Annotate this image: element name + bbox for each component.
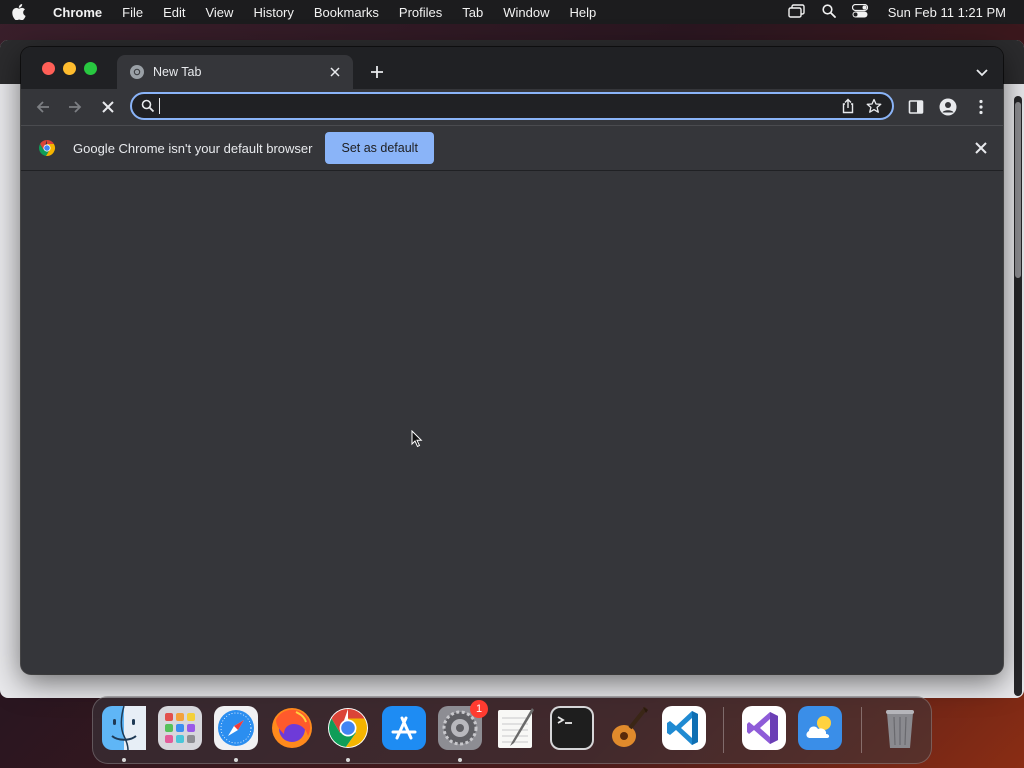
menu-app-name[interactable]: Chrome bbox=[42, 5, 112, 20]
default-browser-infobar: Google Chrome isn't your default browser… bbox=[21, 125, 1003, 171]
dock-launchpad-icon[interactable] bbox=[158, 706, 202, 750]
omnibox-search-icon bbox=[141, 99, 155, 113]
new-tab-plus-icon[interactable] bbox=[368, 63, 386, 81]
dock-finder-icon[interactable] bbox=[102, 706, 146, 750]
set-as-default-button[interactable]: Set as default bbox=[325, 132, 434, 164]
dock-vscode-icon[interactable] bbox=[662, 706, 706, 750]
dock-system-preferences-icon[interactable]: 1 bbox=[438, 700, 488, 750]
bookmark-star-icon[interactable] bbox=[866, 98, 882, 114]
menu-file[interactable]: File bbox=[112, 5, 153, 20]
minimize-window-button[interactable] bbox=[63, 62, 76, 75]
window-controls bbox=[42, 62, 97, 75]
tab-strip: New Tab bbox=[21, 47, 1003, 89]
system-preferences-badge: 1 bbox=[470, 700, 488, 718]
menu-bar: Chrome File Edit View History Bookmarks … bbox=[0, 0, 1024, 24]
menu-edit[interactable]: Edit bbox=[153, 5, 195, 20]
close-window-button[interactable] bbox=[42, 62, 55, 75]
menu-bookmarks[interactable]: Bookmarks bbox=[304, 5, 389, 20]
zoom-window-button[interactable] bbox=[84, 62, 97, 75]
profile-avatar-icon[interactable] bbox=[939, 98, 957, 116]
address-input[interactable] bbox=[166, 95, 840, 117]
chrome-window: New Tab Google Chrome isn't your default… bbox=[21, 47, 1003, 674]
system-preferences-running-indicator bbox=[458, 758, 462, 762]
dock-separator bbox=[723, 707, 724, 753]
browser-toolbar bbox=[21, 89, 1003, 125]
dock-textedit-icon[interactable] bbox=[494, 706, 538, 750]
menu-profiles[interactable]: Profiles bbox=[389, 5, 452, 20]
menu-window[interactable]: Window bbox=[493, 5, 559, 20]
dock-garageband-icon[interactable] bbox=[606, 706, 650, 750]
stop-loading-icon[interactable] bbox=[99, 98, 117, 116]
share-icon[interactable] bbox=[840, 98, 856, 114]
text-caret bbox=[159, 98, 160, 114]
finder-running-indicator bbox=[122, 758, 126, 762]
mouse-pointer-icon bbox=[411, 429, 423, 448]
page-content-area[interactable] bbox=[21, 172, 1003, 674]
apple-menu-icon[interactable] bbox=[12, 4, 42, 20]
safari-running-indicator bbox=[234, 758, 238, 762]
forward-arrow-icon[interactable] bbox=[66, 98, 84, 116]
dock-visual-studio-icon[interactable] bbox=[742, 706, 786, 750]
more-menu-icon[interactable] bbox=[972, 98, 990, 116]
chrome-favicon-icon bbox=[129, 64, 145, 80]
infobar-close-icon[interactable] bbox=[974, 141, 988, 155]
control-center-icon[interactable] bbox=[851, 3, 868, 21]
dock-weather-icon[interactable] bbox=[798, 706, 842, 750]
menubar-clock[interactable]: Sun Feb 11 1:21 PM bbox=[888, 5, 1006, 20]
dock-chrome-icon[interactable] bbox=[326, 706, 370, 750]
dock-app-store-icon[interactable] bbox=[382, 706, 426, 750]
chrome-running-indicator bbox=[346, 758, 350, 762]
tab-search-chevron-icon[interactable] bbox=[975, 65, 989, 77]
address-bar[interactable] bbox=[130, 92, 894, 120]
menu-view[interactable]: View bbox=[195, 5, 243, 20]
spotlight-search-icon[interactable] bbox=[822, 3, 836, 21]
dock-terminal-icon[interactable] bbox=[550, 706, 594, 750]
close-tab-icon[interactable] bbox=[327, 64, 343, 80]
menu-history[interactable]: History bbox=[243, 5, 303, 20]
background-scrollbar-thumb[interactable] bbox=[1015, 102, 1021, 278]
back-arrow-icon[interactable] bbox=[34, 98, 52, 116]
chrome-logo-icon bbox=[38, 139, 56, 157]
dock-separator-trash bbox=[861, 707, 862, 753]
infobar-message: Google Chrome isn't your default browser bbox=[73, 140, 313, 156]
dock: 1 bbox=[92, 696, 932, 764]
dock-safari-icon[interactable] bbox=[214, 706, 258, 750]
tab-title: New Tab bbox=[153, 65, 202, 79]
screen-mirroring-icon[interactable] bbox=[788, 3, 806, 21]
menu-help[interactable]: Help bbox=[560, 5, 607, 20]
dock-trash-icon[interactable] bbox=[878, 706, 922, 750]
side-panel-icon[interactable] bbox=[907, 98, 925, 116]
tab-new-tab[interactable]: New Tab bbox=[117, 55, 353, 89]
dock-firefox-icon[interactable] bbox=[270, 706, 314, 750]
menu-tab[interactable]: Tab bbox=[452, 5, 493, 20]
background-window-scrollbar[interactable] bbox=[1014, 96, 1022, 696]
